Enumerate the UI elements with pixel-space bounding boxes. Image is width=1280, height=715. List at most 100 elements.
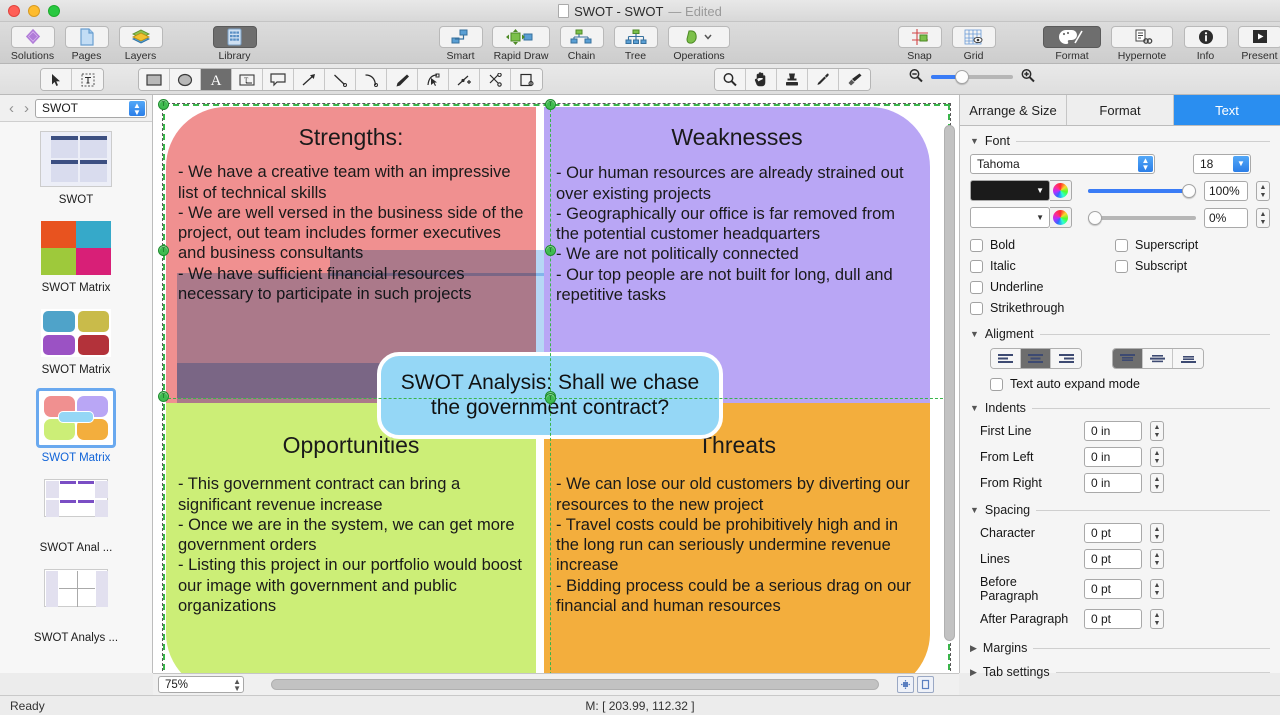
stamp-icon[interactable] (777, 69, 808, 90)
ellipse-icon[interactable] (170, 69, 201, 90)
align-bottom-icon[interactable] (1173, 349, 1203, 368)
indent-stepper-first-line[interactable]: ▲ ▼ (1150, 421, 1164, 441)
selection-handle-middle-left[interactable]: T (158, 245, 169, 256)
align-middle-icon[interactable] (1143, 349, 1173, 368)
align-left-icon[interactable] (991, 349, 1021, 368)
toolbar-button-operations[interactable]: Operations (663, 24, 735, 62)
chevron-left-icon[interactable]: ‹ (5, 101, 18, 116)
checkbox-box[interactable] (1115, 259, 1128, 273)
toolbar-button-library[interactable]: Library (208, 24, 261, 62)
indent-stepper-from-right[interactable]: ▲ ▼ (1150, 473, 1164, 493)
spacing-stepper-before-paragraph[interactable]: ▲ ▼ (1150, 579, 1164, 599)
magnifier-icon[interactable] (715, 69, 746, 90)
fill-color-wheel-icon[interactable] (1050, 207, 1072, 228)
checkbox-box[interactable] (1115, 238, 1128, 252)
text-opacity-stepper-icon[interactable]: ▲ ▼ (1256, 180, 1270, 201)
page-select-stepper-icon[interactable]: ▲ ▼ (129, 100, 145, 116)
toolbar-button-info[interactable]: Info (1179, 24, 1232, 62)
fill-color-swatch[interactable]: ▼ (970, 207, 1050, 228)
toolbar-button-rapid-draw[interactable]: Rapid Draw (488, 24, 554, 62)
section-header-indents[interactable]: ▼ Indents (960, 401, 1280, 415)
paintbrush-icon[interactable] (839, 69, 870, 90)
fill-opacity-slider-knob[interactable] (1088, 210, 1102, 225)
section-header-margins[interactable]: ▶ Margins (960, 641, 1280, 655)
text-field-icon[interactable]: T (232, 69, 263, 90)
pointer-arrow-icon[interactable] (41, 69, 72, 90)
fill-opacity-slider[interactable] (1088, 210, 1196, 225)
bezier-edit-icon[interactable] (418, 69, 449, 90)
checkbox-box[interactable] (990, 377, 1003, 391)
spacing-field-before-paragraph[interactable]: 0 pt (1084, 579, 1142, 599)
canvas-horizontal-scrollbar[interactable] (249, 679, 894, 690)
align-center-icon[interactable] (1021, 349, 1051, 368)
crop-icon[interactable] (511, 69, 542, 90)
disclosure-triangle-open-icon[interactable]: ▼ (970, 403, 979, 413)
sidebar-item-swot-matrix-3[interactable]: SWOT Matrix (0, 382, 152, 470)
toolbar-button-hypernote[interactable]: Hypernote (1106, 24, 1178, 62)
font-family-stepper-icon[interactable]: ▲ ▼ (1138, 156, 1153, 172)
rectangle-icon[interactable] (139, 69, 170, 90)
actual-size-icon[interactable] (917, 676, 934, 693)
checkbox-superscript[interactable]: Superscript (1115, 238, 1198, 252)
section-header-alignment[interactable]: ▼ Aligment (960, 327, 1280, 341)
checkbox-strikethrough[interactable]: Strikethrough (970, 301, 1115, 315)
spacing-field-character[interactable]: 0 pt (1084, 523, 1142, 543)
sidebar-item-swot-matrix-2[interactable]: SWOT Matrix (0, 300, 152, 382)
selection-handle-top-left[interactable]: T (158, 99, 169, 110)
toolbar-button-format[interactable]: Format (1039, 24, 1105, 62)
fill-opacity-stepper-icon[interactable]: ▲ ▼ (1256, 207, 1270, 228)
indent-field-from-right[interactable]: 0 in (1084, 473, 1142, 493)
disclosure-triangle-closed-icon[interactable]: ▶ (970, 667, 977, 678)
checkbox-box[interactable] (970, 280, 983, 294)
text-opacity-slider[interactable] (1088, 183, 1196, 198)
disclosure-triangle-open-icon[interactable]: ▼ (970, 505, 979, 515)
text-color-swatch[interactable]: ▼ (970, 180, 1050, 201)
fill-color-picker[interactable]: ▼ (970, 207, 1072, 228)
spacing-stepper-character[interactable]: ▲ ▼ (1150, 523, 1164, 543)
checkbox-bold[interactable]: Bold (970, 238, 1115, 252)
text-opacity-field[interactable]: 100% (1204, 180, 1248, 201)
text-tool-icon[interactable]: A (201, 69, 232, 90)
sidebar-item-swot-analysis-1[interactable]: SWOT Anal ... (0, 470, 152, 560)
page-thumbnail-list[interactable]: SWOT SWOT Matrix SWOT Matrix SWOT Matrix… (0, 122, 152, 673)
canvas-vertical-scrollbar[interactable] (944, 105, 955, 661)
pen-icon[interactable] (387, 69, 418, 90)
font-size-select[interactable]: 18 ▼ (1193, 154, 1251, 174)
spacing-field-lines[interactable]: 0 pt (1084, 549, 1142, 569)
toolbar-button-grid[interactable]: Grid (947, 24, 1000, 62)
selection-handle-middle-right[interactable]: T (545, 245, 556, 256)
toolbar-button-pages[interactable]: Pages (60, 24, 113, 62)
zoom-slider[interactable] (931, 70, 1013, 84)
hand-pan-icon[interactable] (746, 69, 777, 90)
checkbox-underline[interactable]: Underline (970, 280, 1115, 294)
section-header-spacing[interactable]: ▼ Spacing (960, 503, 1280, 517)
section-header-tab-settings[interactable]: ▶ Tab settings (960, 665, 1280, 679)
quadrant-threats[interactable]: Threats - We can lose our old customers … (544, 403, 930, 673)
toolbar-button-solutions[interactable]: Solutions (6, 24, 59, 62)
tab-arrange-and-size[interactable]: Arrange & Size (960, 95, 1067, 125)
text-color-wheel-icon[interactable] (1050, 180, 1072, 201)
toolbar-button-chain[interactable]: Chain (555, 24, 608, 62)
toolbar-button-snap[interactable]: Snap (893, 24, 946, 62)
indent-stepper-from-left[interactable]: ▲ ▼ (1150, 447, 1164, 467)
toolbar-button-present[interactable]: Present (1233, 24, 1280, 62)
section-header-font[interactable]: ▼ Font (960, 134, 1280, 148)
selection-handle-bottom-left[interactable]: T (158, 391, 169, 402)
disclosure-triangle-open-icon[interactable]: ▼ (970, 329, 979, 339)
scissors-cut-icon[interactable] (480, 69, 511, 90)
zoom-out-icon[interactable] (908, 68, 924, 86)
quadrant-opportunities[interactable]: Opportunities - This government contract… (166, 403, 536, 673)
checkbox-subscript[interactable]: Subscript (1115, 259, 1198, 273)
arrow-line-icon[interactable] (294, 69, 325, 90)
selection-handle-top-center[interactable]: T (545, 99, 556, 110)
chevron-right-icon[interactable]: › (20, 101, 33, 116)
checkbox-text-auto-expand[interactable]: Text auto expand mode (990, 377, 1140, 391)
line-icon[interactable] (325, 69, 356, 90)
zoom-level-field[interactable]: 75% ▲ ▼ (158, 676, 244, 693)
toolbar-button-smart[interactable]: Smart (434, 24, 487, 62)
selection-handle-callout-center[interactable]: T (545, 393, 556, 404)
indent-field-from-left[interactable]: 0 in (1084, 447, 1142, 467)
sidebar-item-swot-matrix-1[interactable]: SWOT Matrix (0, 212, 152, 300)
zoom-in-icon[interactable] (1020, 68, 1036, 86)
curve-icon[interactable] (356, 69, 387, 90)
